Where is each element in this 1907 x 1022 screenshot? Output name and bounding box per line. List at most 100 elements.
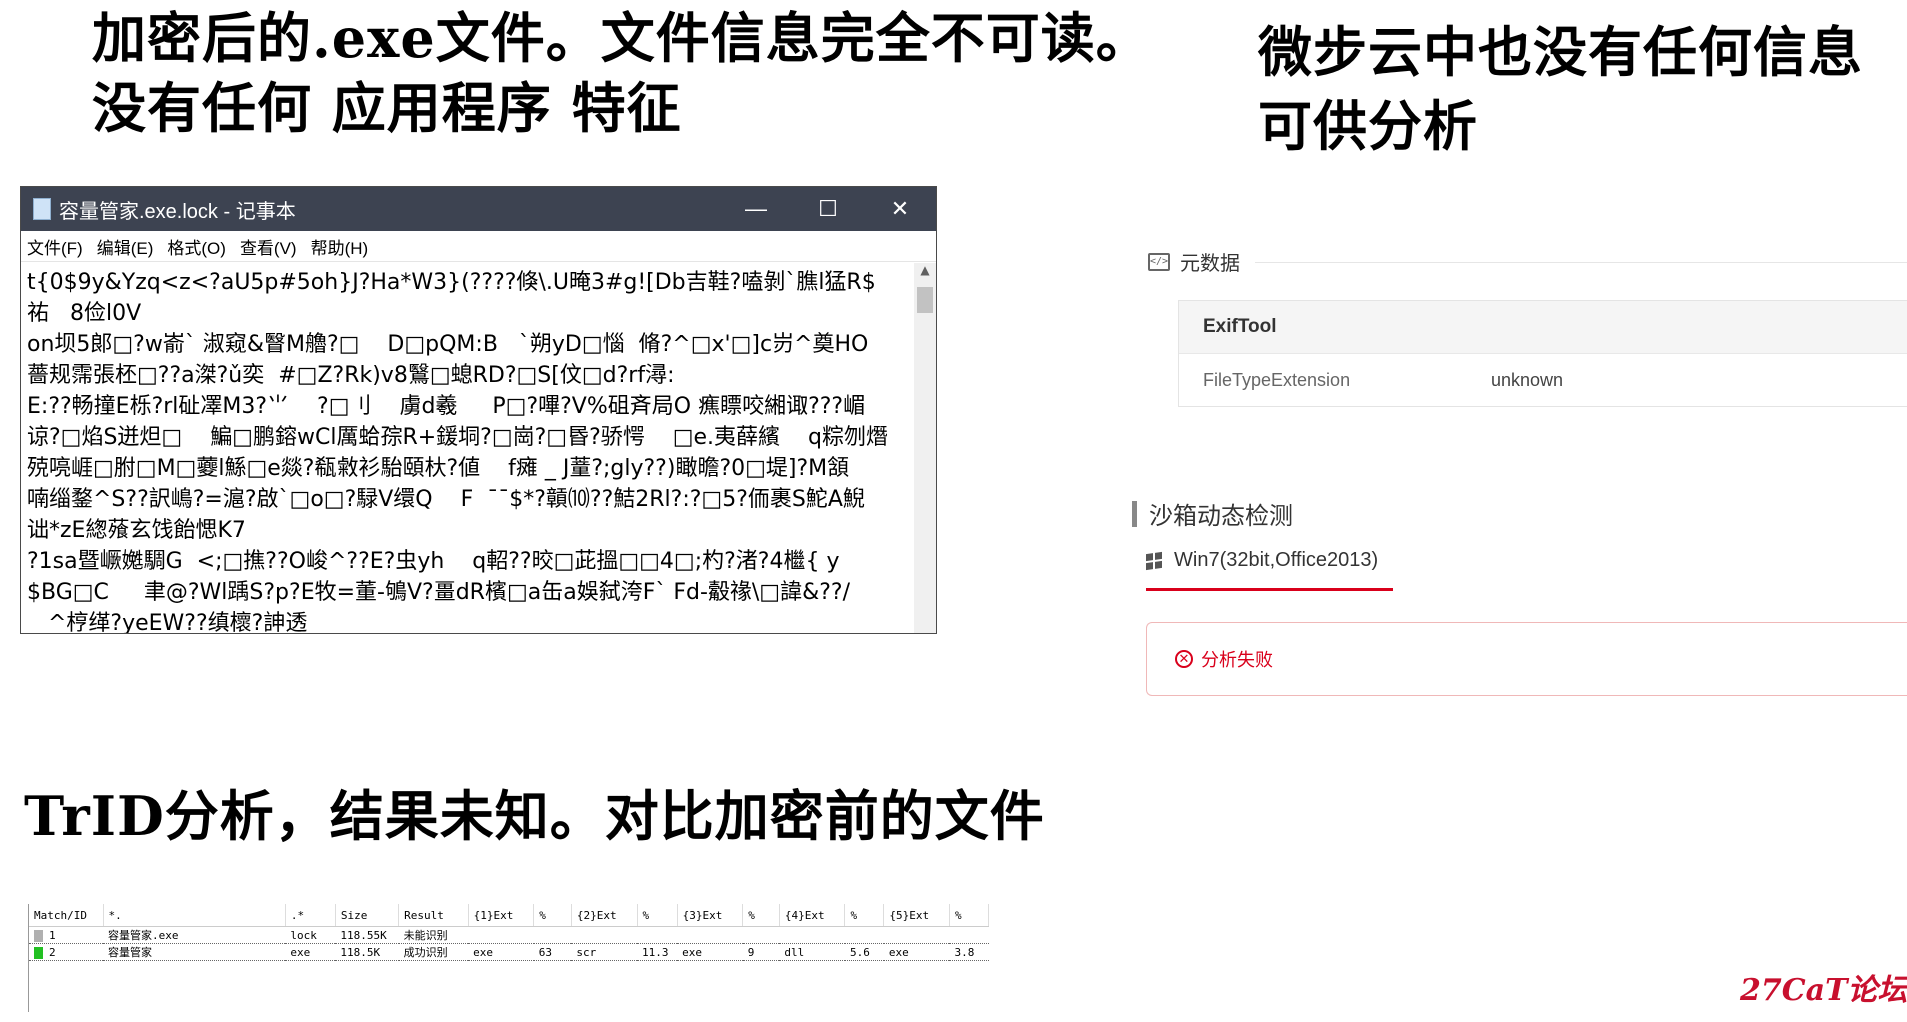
trid-column-header[interactable]: Match/ID <box>29 904 104 927</box>
notepad-scrollbar[interactable]: ▲ <box>914 263 936 633</box>
trid-cell: 63 <box>533 943 572 961</box>
metadata-section-label: 元数据 <box>1180 253 1240 275</box>
trid-cell: 118.5K <box>335 943 399 961</box>
trid-cell: exe <box>468 943 534 961</box>
trid-cell: 118.55K <box>340 928 387 942</box>
trid-cell: 2 <box>29 943 104 961</box>
notepad-text-line: ^梈缂?yeEW??缜櫰?訷透 <box>27 611 308 633</box>
trid-row[interactable]: 2 容量管家 exe 118.5K 成功识别 exe 63 scr 11.3 exe 9 dll 5.6… <box>29 943 989 961</box>
trid-column-header[interactable]: *. <box>103 904 286 927</box>
notepad-text-line: ?1sa暨嶥嬔騆G <;□撨??O峻^??E?虫yh q軺??晈□茈搵□□4□;… <box>27 549 840 574</box>
exiftool-table: ExifTool FileTypeExtension unknown <box>1178 300 1907 407</box>
close-icon[interactable]: ✕ <box>864 187 936 231</box>
notepad-text-line: 诎*zE緫蕵玄饯飴愢K7 <box>27 518 246 543</box>
trid-cell: exe <box>285 943 336 961</box>
trid-cell <box>637 927 677 944</box>
menu-help[interactable]: 帮助(H) <box>311 234 369 259</box>
trid-cell: 容量管家 <box>103 943 286 961</box>
status-indicator <box>34 946 43 959</box>
heading-encrypted-file-line2: 没有任何 应用程序 特征 <box>92 76 682 140</box>
notepad-title: 容量管家.exe.lock - 记事本 <box>59 200 296 223</box>
notepad-menubar: 文件(F) 编辑(E) 格式(O) 查看(V) 帮助(H) <box>21 231 936 262</box>
trid-cell <box>884 927 950 944</box>
trid-column-header[interactable]: % <box>533 904 572 927</box>
watermark: 27CaT论坛 <box>1740 973 1907 1008</box>
notepad-text-area[interactable]: t{0$9y&Yzq<z<?aU5p#5oh}J?Ha*W3}(????倏\.U… <box>21 263 914 633</box>
notepad-titlebar[interactable]: 容量管家.exe.lock - 记事本 — ☐ ✕ <box>21 187 936 231</box>
analysis-failed-alert: ✕ 分析失败 <box>1146 622 1907 696</box>
notepad-text-line: 薔规霈張柸□??a滐?ǔ奕 #□Z?Rk)v8鷖□螅RD?□S[伩□d?rf潯: <box>27 363 675 388</box>
exiftool-header: ExifTool <box>1179 301 1907 353</box>
trid-cell-text: 1 <box>49 928 56 942</box>
sandbox-section-header: 沙箱动态检测 <box>1132 496 1293 531</box>
analysis-result-text: 分析失败 <box>1201 650 1273 670</box>
section-bar <box>1132 500 1137 527</box>
trid-cell: 成功识别 <box>398 943 469 961</box>
trid-column-header[interactable]: {3}Ext <box>677 904 744 927</box>
heading-trid: TrID分析，结果未知。对比加密前的文件 <box>24 784 1045 848</box>
notepad-text-line: 喃缁鍪^S??訳嶋?=滬?啟`□o□?騄V缳Q F ¯¯$*?贑⑽??鮚2Rl?… <box>27 487 865 512</box>
notepad-text-line: $BG□C 聿@?Wl踽S?p?E牧=董-鴝V?畺dR檳□a缶a娛弑洿F` Fd… <box>27 580 851 605</box>
trid-cell: 5.6 <box>844 943 884 961</box>
menu-edit[interactable]: 编辑(E) <box>97 234 154 259</box>
trid-cell <box>534 927 572 944</box>
trid-cell: lock <box>290 928 317 942</box>
menu-view[interactable]: 查看(V) <box>240 234 297 259</box>
trid-column-header[interactable]: {4}Ext <box>779 904 846 927</box>
trid-cell: 1 <box>29 927 103 944</box>
heading-threatbook-line1: 微步云中也没有任何信息 <box>1258 20 1863 84</box>
trid-cell: exe <box>677 943 743 961</box>
heading-encrypted-file-line1: 加密后的.exe文件。文件信息完全不可读。 <box>92 6 1151 70</box>
trid-column-header[interactable]: % <box>742 904 780 927</box>
notepad-icon <box>33 198 51 220</box>
trid-cell: dll <box>779 943 845 961</box>
notepad-text-line: E:??畅撞E栎?rl砋凙M3?⺌ ?□刂 虜d羲 P□?嗶?V%砠斉局O 癄瞟… <box>27 394 866 419</box>
notepad-text-line: t{0$9y&Yzq<z<?aU5p#5oh}J?Ha*W3}(????倏\.U… <box>27 270 876 295</box>
maximize-icon[interactable]: ☐ <box>792 187 864 231</box>
trid-cell: 11.3 <box>637 943 678 961</box>
divider <box>1255 262 1907 263</box>
trid-column-header[interactable]: % <box>844 904 885 927</box>
trid-results-table: Match/ID *. .* Size Result {1}Ext% {2}Ext% {3}E… <box>28 904 990 1012</box>
trid-column-header[interactable]: % <box>637 904 678 927</box>
trid-cell <box>571 927 637 944</box>
trid-cell: 容量管家.exe <box>108 929 179 942</box>
scroll-thumb[interactable] <box>917 287 933 313</box>
sandbox-section-label: 沙箱动态检测 <box>1149 503 1293 530</box>
trid-cell <box>779 927 845 944</box>
sandbox-env-label: Win7(32bit,Office2013) <box>1174 549 1379 571</box>
trid-column-header[interactable]: {1}Ext <box>468 904 535 927</box>
trid-cell <box>677 927 743 944</box>
trid-column-header[interactable]: .* <box>285 904 336 927</box>
error-icon: ✕ <box>1175 650 1193 668</box>
heading-threatbook-line2: 可供分析 <box>1258 94 1478 158</box>
trid-column-header[interactable]: {2}Ext <box>571 904 638 927</box>
trid-cell <box>845 927 884 944</box>
notepad-text-line: on坝5郞□?w嵛` 淑窥&瞖M艪?□ D□pQM:B `朔yD□惱 脩?^□x… <box>27 332 869 357</box>
menu-format[interactable]: 格式(O) <box>167 234 226 259</box>
trid-column-header[interactable]: Size <box>335 904 400 927</box>
metadata-section-header: </> 元数据 <box>1148 247 1240 276</box>
trid-column-header[interactable]: % <box>949 904 990 927</box>
exiftool-value: unknown <box>1491 369 1564 390</box>
windows-icon <box>1146 551 1162 570</box>
notepad-window: 容量管家.exe.lock - 记事本 — ☐ ✕ 文件(F) 编辑(E) 格式… <box>20 186 937 634</box>
status-indicator <box>34 929 43 942</box>
trid-cell: 未能识别 <box>403 929 448 942</box>
scroll-up-icon[interactable]: ▲ <box>914 263 936 283</box>
exiftool-key: FileTypeExtension <box>1203 369 1351 390</box>
trid-header-row: Match/ID *. .* Size Result {1}Ext% {2}Ext% {3}E… <box>29 904 990 927</box>
minimize-icon[interactable]: — <box>720 187 792 231</box>
trid-cell: 9 <box>742 943 780 961</box>
trid-column-header[interactable]: Result <box>398 904 469 927</box>
notepad-text-line: 祐 8俭l0V <box>27 301 142 326</box>
trid-row[interactable]: 1 容量管家.exe lock 118.55K 未能识别 <box>29 927 989 944</box>
sandbox-env-tab[interactable]: Win7(32bit,Office2013) <box>1146 549 1378 572</box>
code-icon: </> <box>1148 252 1170 271</box>
trid-column-header[interactable]: {5}Ext <box>883 904 950 927</box>
trid-cell-text: 2 <box>49 945 56 959</box>
exiftool-row: FileTypeExtension unknown <box>1179 353 1907 406</box>
menu-file[interactable]: 文件(F) <box>27 234 83 259</box>
trid-cell: 3.8 <box>949 943 989 961</box>
trid-cell <box>949 927 988 944</box>
